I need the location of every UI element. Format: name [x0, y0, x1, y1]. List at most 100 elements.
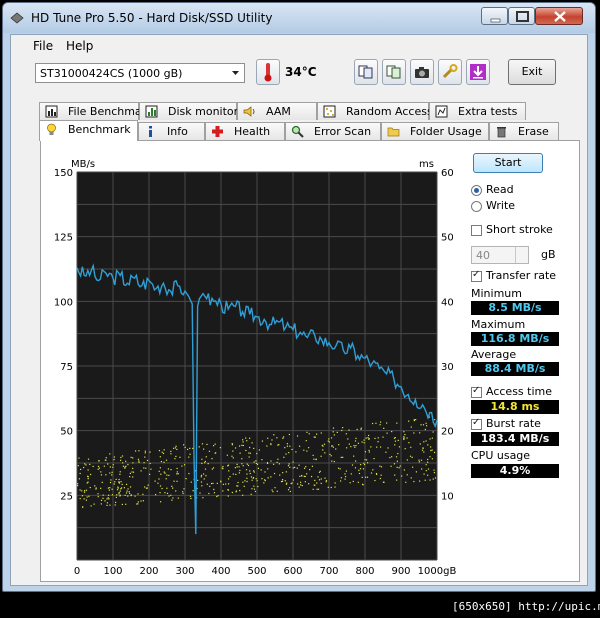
start-button[interactable]: Start: [473, 153, 543, 173]
access-time-point: [376, 446, 378, 448]
close-button[interactable]: [535, 7, 583, 25]
access-time-point: [242, 465, 244, 467]
access-time-point: [251, 442, 253, 444]
access-time-point: [419, 432, 421, 434]
access-time-point: [106, 498, 108, 500]
access-time-point: [205, 475, 207, 477]
access-time-point: [232, 457, 234, 459]
access-time-point: [220, 481, 222, 483]
access-time-point: [144, 486, 146, 488]
access-time-point: [118, 493, 120, 495]
client-area: File Help ST31000424CS (1000 gB) 34°C Ex…: [10, 34, 588, 586]
maximize-button[interactable]: [508, 7, 535, 25]
tab-label: Disk monitor: [168, 105, 239, 118]
speaker-icon: [243, 106, 255, 117]
tab-error-scan[interactable]: Error Scan: [285, 122, 381, 140]
access-time-point: [211, 458, 213, 460]
access-time-point: [328, 441, 331, 443]
tab-random-access[interactable]: Random Access: [317, 102, 433, 120]
access-time-point: [115, 501, 117, 504]
access-time-point: [386, 422, 388, 424]
tab-benchmark[interactable]: Benchmark: [39, 120, 138, 141]
access-time-point: [277, 458, 279, 460]
title-bar[interactable]: HD Tune Pro 5.50 - Hard Disk/SSD Utility: [3, 3, 595, 33]
access-time-point: [256, 480, 258, 482]
copy-info-button[interactable]: [354, 59, 378, 85]
access-time-point: [125, 503, 127, 505]
access-time-point: [188, 472, 190, 475]
tab-erase[interactable]: Erase: [489, 122, 559, 140]
camera-icon: [415, 67, 429, 78]
access-time-point: [162, 452, 165, 455]
access-time-point: [236, 485, 238, 487]
access-time-point: [200, 474, 203, 477]
tab-file-benchmark[interactable]: File Benchmark: [39, 102, 153, 120]
screenshot-button[interactable]: [410, 59, 434, 85]
access-time-point: [330, 486, 332, 489]
access-time-point: [338, 444, 340, 446]
access-time-point: [340, 456, 342, 459]
access-time-point: [78, 478, 81, 480]
access-time-point: [355, 444, 357, 447]
access-time-point: [125, 460, 127, 462]
write-radio[interactable]: [471, 201, 482, 212]
read-radio[interactable]: [471, 185, 482, 196]
access-time-point: [399, 465, 401, 467]
short-stroke-checkbox[interactable]: [471, 225, 482, 236]
minimize-button[interactable]: [481, 7, 508, 25]
access-time-point: [289, 466, 291, 468]
access-time-point: [308, 447, 310, 449]
access-time-point: [383, 427, 385, 429]
access-time-point: [127, 495, 129, 497]
access-time-point: [335, 448, 337, 450]
options-button[interactable]: [438, 59, 462, 85]
access-time-point: [164, 492, 166, 494]
access-time-point: [165, 459, 168, 461]
access-time-checkbox[interactable]: [471, 385, 482, 398]
tab-label: Health: [234, 125, 271, 138]
access-time-point: [393, 463, 396, 465]
access-time-point: [390, 465, 392, 467]
access-time-point: [413, 480, 415, 483]
tab-health[interactable]: Health: [205, 122, 285, 140]
access-time-point: [387, 447, 389, 449]
tab-folder-usage[interactable]: Folder Usage: [381, 122, 489, 140]
tab-extra-tests[interactable]: Extra tests: [429, 102, 526, 120]
tab-label: Error Scan: [314, 125, 372, 138]
transfer-rate-checkbox[interactable]: [471, 269, 482, 282]
temperature-button[interactable]: [256, 59, 280, 85]
access-time-point: [118, 491, 120, 494]
drive-select[interactable]: ST31000424CS (1000 gB): [35, 63, 245, 83]
access-time-point: [424, 428, 426, 431]
access-time-point: [264, 480, 266, 482]
menu-help[interactable]: Help: [66, 39, 93, 53]
access-time-point: [360, 463, 362, 466]
access-time-point: [87, 478, 89, 480]
tab-disk-monitor[interactable]: Disk monitor: [139, 102, 239, 120]
menu-file[interactable]: File: [33, 39, 53, 53]
access-time-point: [273, 463, 275, 465]
access-time-point: [355, 437, 357, 439]
access-time-point: [79, 472, 81, 475]
save-button[interactable]: [466, 59, 490, 85]
y-left-tick-label: 75: [60, 362, 73, 373]
access-time-point: [427, 458, 429, 461]
tab-info[interactable]: Info: [138, 122, 205, 140]
access-time-point: [163, 449, 165, 451]
x-tick-label: 0: [74, 566, 80, 577]
access-time-point: [118, 481, 120, 483]
y-left-tick-label: 50: [60, 427, 73, 438]
access-time-point: [267, 437, 269, 439]
access-time-point: [391, 430, 393, 433]
tab-aam[interactable]: AAM: [237, 102, 317, 120]
spinner-arrows-icon[interactable]: [515, 247, 528, 263]
access-time-point: [281, 478, 284, 481]
access-time-point: [98, 460, 100, 462]
short-stroke-spinner[interactable]: 40: [471, 246, 529, 264]
burst-rate-checkbox[interactable]: [471, 417, 482, 430]
access-time-point: [362, 484, 364, 486]
copy-text-button[interactable]: [382, 59, 406, 85]
access-time-point: [360, 428, 362, 430]
access-time-point: [353, 455, 355, 457]
exit-button[interactable]: Exit: [508, 59, 556, 85]
